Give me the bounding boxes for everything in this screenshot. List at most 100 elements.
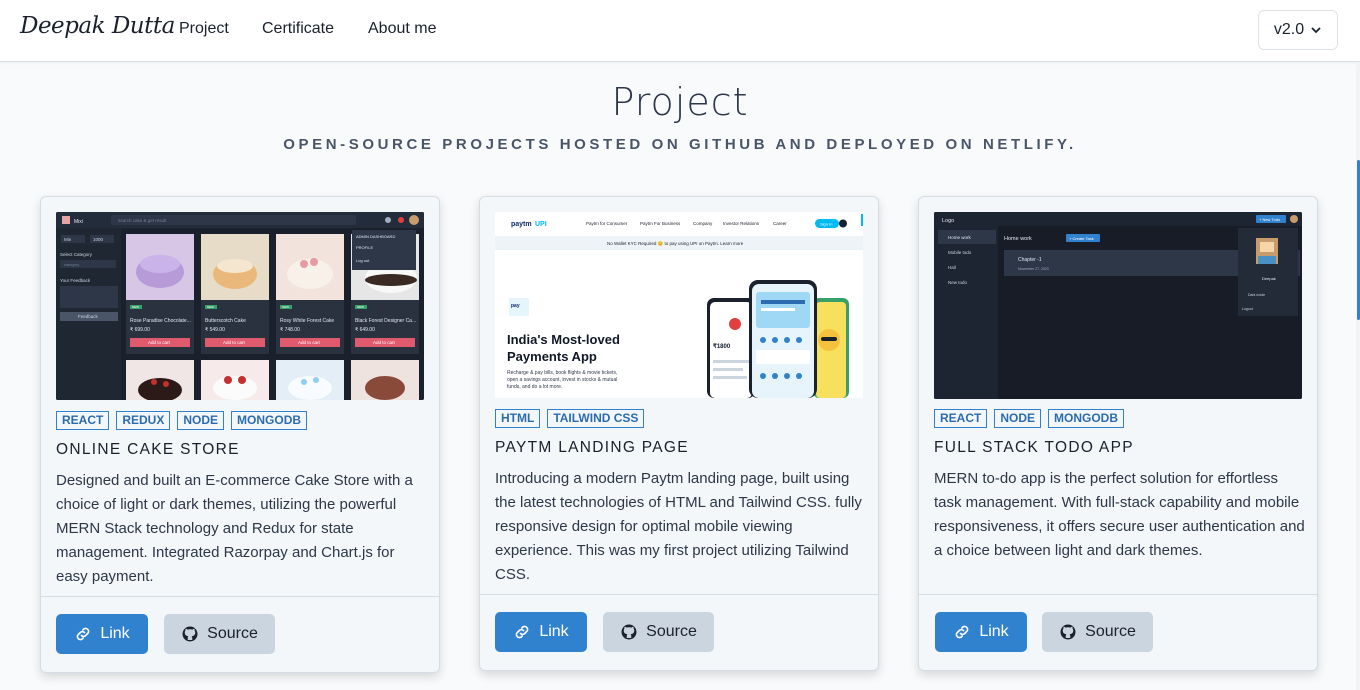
svg-text:India's Most-loved: India's Most-loved	[507, 332, 620, 347]
svg-text:Sign In: Sign In	[820, 222, 832, 227]
svg-text:₹ 649.00: ₹ 649.00	[355, 327, 375, 333]
link-icon	[76, 627, 90, 641]
svg-text:category: category	[64, 262, 79, 267]
tech-tag: NODE	[994, 409, 1042, 428]
svg-text:Paytm for Consumer: Paytm for Consumer	[586, 221, 628, 226]
page-title: Project	[611, 80, 749, 124]
scrollbar-track[interactable]	[1356, 62, 1360, 690]
todo-preview: Logo + New Todo Home work Mobile todo Ha…	[934, 212, 1302, 399]
card-divider	[480, 594, 878, 595]
card-divider	[41, 596, 439, 597]
project-title: PAYTM LANDING PAGE	[495, 439, 689, 456]
tech-tag: HTML	[495, 409, 541, 428]
nav-link-about[interactable]: About me	[368, 20, 436, 38]
svg-text:Recharge & pay bills, book fli: Recharge & pay bills, book flights & mov…	[507, 370, 617, 376]
svg-text:PROFILE: PROFILE	[356, 245, 373, 250]
svg-text:Feedback: Feedback	[78, 314, 99, 319]
svg-text:paytm: paytm	[511, 221, 532, 228]
svg-text:No Wallet KYC Required 😊 to p: No Wallet KYC Required 😊 to pay using UP…	[607, 241, 744, 246]
svg-text:Add to cart: Add to cart	[148, 340, 171, 345]
svg-text:Your Feedback: Your Feedback	[60, 278, 91, 283]
svg-text:₹ 699.00: ₹ 699.00	[130, 327, 150, 333]
tech-tag: REACT	[934, 409, 988, 428]
svg-text:Company: Company	[693, 221, 713, 226]
svg-text:search cake & get result: search cake & get result	[118, 218, 167, 223]
version-label: v2.0	[1273, 21, 1305, 38]
link-icon	[955, 625, 969, 639]
svg-text:₹ 549.00: ₹ 549.00	[205, 327, 225, 333]
link-label: Link	[100, 625, 130, 642]
svg-text:Deepak: Deepak	[1262, 276, 1276, 281]
svg-text:pay: pay	[511, 303, 520, 309]
svg-text:Mixi: Mixi	[74, 219, 83, 225]
svg-text:Investor Relations: Investor Relations	[723, 221, 760, 226]
svg-text:NEW: NEW	[282, 305, 289, 309]
source-label: Source	[1085, 623, 1136, 640]
svg-text:funds, and do a lot more.: funds, and do a lot more.	[507, 384, 562, 390]
svg-text:+ Create Task: + Create Task	[1069, 236, 1094, 241]
svg-text:NEW: NEW	[132, 305, 139, 309]
svg-text:Paytm For Business: Paytm For Business	[640, 221, 681, 226]
tech-tag: MONGODB	[1048, 409, 1125, 428]
project-link-button[interactable]: Link	[935, 612, 1027, 652]
project-screenshot[interactable]: Mixi search cake & get result Min 1000 S…	[56, 212, 424, 400]
project-link-button[interactable]: Link	[56, 614, 148, 654]
svg-text:Min: Min	[64, 237, 72, 242]
svg-text:Butterscotch Cake: Butterscotch Cake	[205, 318, 246, 324]
project-title: FULL STACK TODO APP	[934, 439, 1134, 456]
svg-text:+ New Todo: + New Todo	[1259, 217, 1281, 222]
svg-text:Select Category: Select Category	[60, 252, 93, 257]
svg-text:November 27, 2023: November 27, 2023	[1018, 267, 1049, 271]
project-link-button[interactable]: Link	[495, 612, 587, 652]
svg-text:₹1800: ₹1800	[713, 343, 731, 350]
svg-text:NEW: NEW	[357, 305, 364, 309]
link-label: Link	[979, 623, 1009, 640]
github-icon	[182, 626, 198, 642]
project-source-button[interactable]: Source	[1042, 612, 1153, 652]
project-source-button[interactable]: Source	[603, 612, 714, 652]
svg-text:Rosy White Forest Cake: Rosy White Forest Cake	[280, 318, 334, 324]
tech-tags: HTML TAILWIND CSS	[495, 409, 645, 428]
svg-text:Payments App: Payments App	[507, 349, 597, 364]
project-card-cake-store: Mixi search cake & get result Min 1000 S…	[40, 196, 440, 673]
svg-text:Black Forest Designer Ca...: Black Forest Designer Ca...	[355, 318, 416, 324]
svg-text:Log out: Log out	[356, 258, 370, 263]
tech-tag: MONGODB	[231, 411, 308, 430]
svg-text:1000: 1000	[93, 237, 104, 242]
tech-tag: NODE	[177, 411, 225, 430]
tech-tag: REDUX	[116, 411, 171, 430]
project-screenshot[interactable]: paytm UPI Paytm for Consumer Paytm For B…	[495, 212, 863, 398]
source-label: Source	[207, 625, 258, 642]
tech-tag: TAILWIND CSS	[547, 409, 645, 428]
nav-link-project[interactable]: Project	[179, 20, 229, 38]
svg-text:Add to cart: Add to cart	[223, 340, 246, 345]
nav-link-certificate[interactable]: Certificate	[262, 20, 334, 38]
svg-text:UPI: UPI	[535, 221, 547, 228]
svg-text:Dark mode: Dark mode	[1248, 293, 1265, 297]
cake-store-preview: Mixi search cake & get result Min 1000 S…	[56, 212, 424, 400]
navbar: Deepak Dutta Project Certificate About m…	[0, 0, 1360, 62]
paytm-preview: paytm UPI Paytm for Consumer Paytm For B…	[495, 212, 863, 398]
svg-text:Mobile todo: Mobile todo	[948, 250, 972, 255]
svg-text:Home work: Home work	[948, 235, 972, 240]
project-description: Designed and built an E-commerce Cake St…	[56, 472, 413, 585]
svg-text:Chapter -1: Chapter -1	[1018, 257, 1042, 263]
project-screenshot[interactable]: Logo + New Todo Home work Mobile todo Ha…	[934, 212, 1302, 399]
project-card-todo: Logo + New Todo Home work Mobile todo Ha…	[918, 196, 1318, 671]
chevron-down-icon	[1311, 27, 1321, 34]
svg-text:Rose Paradise Chocolate...: Rose Paradise Chocolate...	[130, 318, 191, 324]
svg-text:open a savings account, invest: open a savings account, invest in stocks…	[507, 377, 617, 383]
project-card-paytm: paytm UPI Paytm for Consumer Paytm For B…	[479, 196, 879, 671]
version-dropdown[interactable]: v2.0	[1258, 10, 1338, 50]
project-source-button[interactable]: Source	[164, 614, 275, 654]
svg-text:New todo: New todo	[948, 280, 968, 285]
tech-tag: REACT	[56, 411, 110, 430]
svg-text:Career: Career	[773, 221, 787, 226]
project-title: ONLINE CAKE STORE	[56, 441, 240, 458]
svg-text:₹ 748.00: ₹ 748.00	[280, 327, 300, 333]
card-divider	[919, 594, 1317, 595]
svg-text:Add to cart: Add to cart	[298, 340, 321, 345]
brand-logo[interactable]: Deepak Dutta	[20, 13, 175, 39]
tech-tags: REACT NODE MONGODB	[934, 409, 1125, 428]
source-label: Source	[646, 623, 697, 640]
